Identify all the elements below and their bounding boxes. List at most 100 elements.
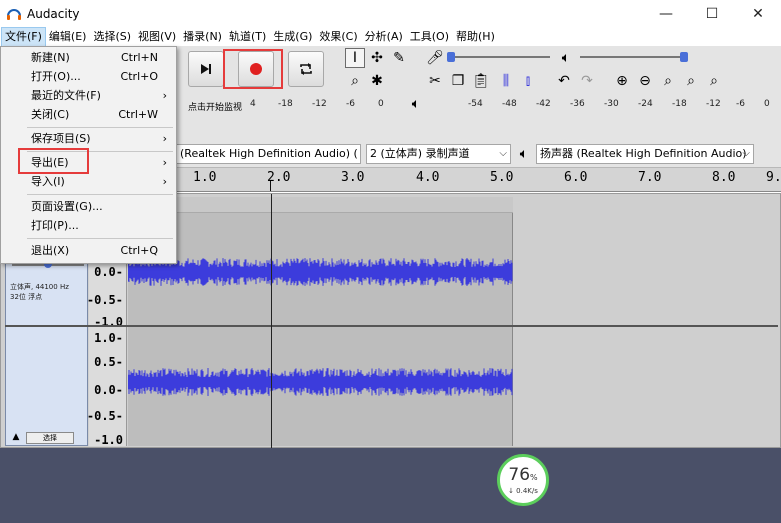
skip-end-icon [201,64,211,74]
zoom-in-button[interactable]: ⊕ [612,71,632,91]
menu-help[interactable]: 帮助(H) [453,28,498,46]
play-meter-tick: -48 [502,99,517,109]
fit-project-button[interactable]: ⌕ [681,71,701,91]
edit-cursor [271,194,272,449]
menu-item-close[interactable]: 关闭(C) Ctrl+W [1,105,176,124]
record-volume-slider[interactable] [450,56,550,58]
track-select-button[interactable]: 选择 [26,432,74,444]
menu-item-new[interactable]: 新建(N) Ctrl+N [1,48,176,67]
scale-label: -0.5- [86,409,123,423]
menu-analyze[interactable]: 分析(A) [362,28,406,46]
play-meter-tick: -30 [604,99,619,109]
menu-effect[interactable]: 效果(C) [316,28,360,46]
play-meter-tick: -36 [570,99,585,109]
menu-transport[interactable]: 播录(N) [180,28,225,46]
menu-item-print[interactable]: 打印(P)... [1,216,176,235]
audio-clip[interactable] [128,197,513,446]
track-bitdepth: 32位 浮点 [10,293,43,301]
trim-button[interactable]: ⫼ [496,71,516,91]
selection-tool[interactable]: I [345,48,365,68]
menu-item-import[interactable]: 导入(I) › [1,172,176,191]
zoom-tool[interactable]: ⌕ [345,71,365,91]
record-meter-ruler[interactable]: 4 -18 -12 -6 0 [250,96,390,114]
channel-divider [5,325,778,327]
menu-bar: 文件(F) 编辑(E) 选择(S) 视图(V) 播录(N) 轨道(T) 生成(G… [0,27,781,47]
timeline-tick-label: 7.0 [638,170,662,185]
timeline-tick-label: 6.0 [564,170,588,185]
scale-label: 0.0- [94,265,123,279]
draw-tool[interactable]: ✎ [389,48,409,68]
rec-meter-tick: -6 [346,99,355,109]
menu-item-recent-files[interactable]: 最近的文件(F) › [1,86,176,105]
zoom-toggle-button[interactable]: ⌕ [704,71,724,91]
monitor-hint[interactable]: 点击开始监视 [188,100,242,113]
maximize-button[interactable]: ☐ [689,0,735,28]
zoom-in-icon: ⊕ [616,73,628,89]
network-speed-widget[interactable]: 76% ↓ 0.4K/s [497,454,549,506]
zoom-out-button[interactable]: ⊖ [635,71,655,91]
undo-button[interactable]: ↶ [554,71,574,91]
menu-generate[interactable]: 生成(G) [270,28,315,46]
menu-item-open[interactable]: 打开(O)... Ctrl+O [1,67,176,86]
fit-selection-button[interactable]: ⌕ [658,71,678,91]
redo-button[interactable]: ↷ [577,71,597,91]
play-meter-tick: -6 [736,99,745,109]
menu-select[interactable]: 选择(S) [90,28,134,46]
playhead-marker[interactable] [270,181,271,191]
track-format: 立体声, 44100 Hz [10,283,69,291]
copy-button[interactable]: ❐ [448,71,468,91]
menu-item-page-setup[interactable]: 页面设置(G)... [1,197,176,216]
menu-item-save-project[interactable]: 保存项目(S) › [1,129,176,148]
minimize-button[interactable]: — [643,0,689,28]
clip-title-bar[interactable] [128,197,513,213]
menu-tools[interactable]: 工具(O) [407,28,452,46]
magnifier-icon: ⌕ [351,73,359,89]
cut-button[interactable]: ✂ [425,71,445,91]
playback-meter-ruler[interactable]: -54 -48 -42 -36 -30 -24 -18 -12 -6 0 [468,96,778,114]
recording-device-select[interactable]: (Realtek High Definition Audio) ( [176,144,361,164]
scale-label: 1.0- [94,331,123,345]
menu-file[interactable]: 文件(F) [1,27,46,47]
timeline-tick-label: 4.0 [416,170,440,185]
rec-meter-tick: 4 [250,99,256,109]
file-menu-dropdown: 新建(N) Ctrl+N 打开(O)... Ctrl+O 最近的文件(F) › 关闭(… [0,46,177,264]
close-button[interactable]: ✕ [735,0,781,28]
pencil-icon: ✎ [393,50,405,66]
playback-device-value: 扬声器 (Realtek High Definition Audio) [540,147,747,160]
envelope-tool[interactable]: ✣ [367,48,387,68]
empty-project-area[interactable] [0,448,781,523]
menu-view[interactable]: 视图(V) [135,28,179,46]
recording-device-value: (Realtek High Definition Audio) ( [180,147,358,160]
chevron-down-icon: ⌵ [499,148,507,159]
menu-item-exit[interactable]: 退出(X) Ctrl+Q [1,241,176,260]
scale-label: 0.5- [94,355,123,369]
redo-icon: ↷ [581,73,593,89]
multi-tool[interactable]: ✱ [367,71,387,91]
audacity-logo-icon [7,9,21,20]
play-meter-tick: -12 [706,99,721,109]
window-title: Audacity [27,7,80,21]
waveform-channel-1 [128,258,513,286]
record-volume-thumb[interactable] [447,52,455,62]
chevron-down-icon: ⌵ [742,148,750,159]
skip-to-end-button[interactable] [188,51,224,87]
track-info: 立体声, 44100 Hz 32位 浮点 [10,282,69,302]
menu-tracks[interactable]: 轨道(T) [226,28,269,46]
recording-channels-select[interactable]: 2 (立体声) 录制声道 ⌵ [366,144,511,164]
silence-button[interactable]: ⫾ [518,71,538,91]
timeline-tick-label: 9. [766,170,781,185]
collapse-arrow-icon[interactable]: ▲ [8,432,24,444]
scale-label: -0.5- [86,293,123,307]
playback-volume-thumb[interactable] [680,52,688,62]
scissors-icon: ✂ [429,73,441,89]
menu-separator [27,194,173,195]
empty-track-region[interactable] [514,197,778,446]
menu-edit[interactable]: 编辑(E) [46,28,90,46]
rec-meter-tick: -18 [278,99,293,109]
loop-button[interactable] [288,51,324,87]
paste-button[interactable]: 📋︎ [471,71,491,91]
record-highlight-box [223,49,283,89]
envelope-icon: ✣ [371,50,383,66]
playback-device-select[interactable]: 扬声器 (Realtek High Definition Audio) ⌵ [536,144,754,164]
playback-volume-slider[interactable] [580,56,685,58]
